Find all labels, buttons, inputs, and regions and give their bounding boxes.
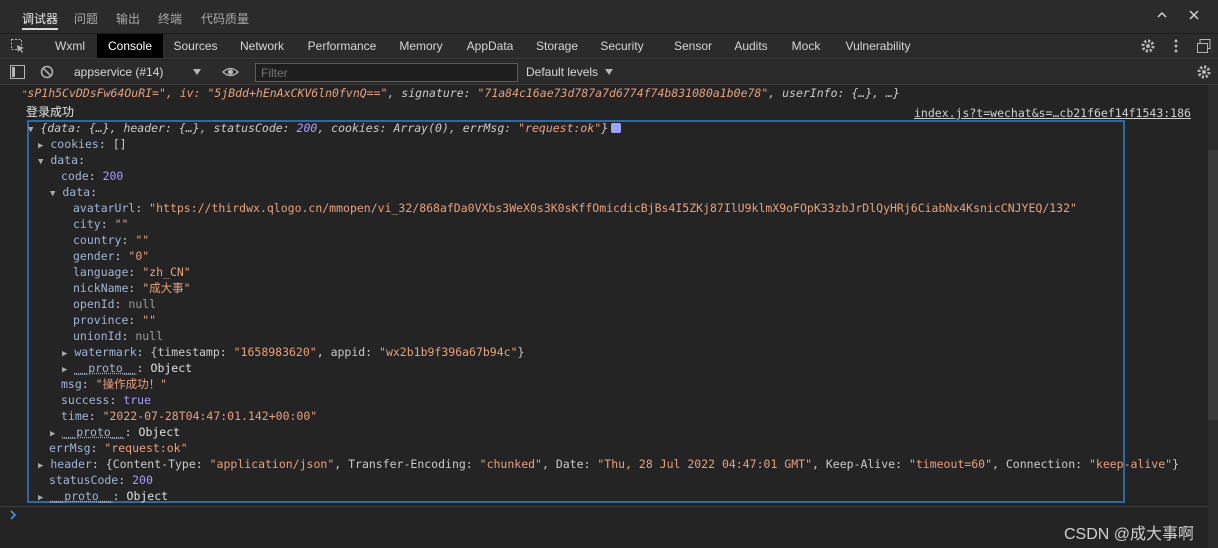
- tab-sensor[interactable]: Sensor: [668, 34, 718, 58]
- tree-row-success: success: true: [61, 393, 152, 407]
- tree-row-avatarurl: avatarUrl: "https://thirdwx.qlogo.cn/mmo…: [73, 201, 1077, 215]
- context-label: appservice (#14): [74, 65, 164, 79]
- dropdown-arrow-icon: [605, 65, 614, 79]
- gear-icon[interactable]: [1140, 38, 1156, 57]
- dropdown-arrow-icon: [193, 63, 201, 82]
- tab-console[interactable]: Console: [97, 34, 163, 58]
- tab-appdata[interactable]: AppData: [460, 34, 520, 58]
- console-prompt[interactable]: [0, 506, 1208, 524]
- tab-audits[interactable]: Audits: [728, 34, 774, 58]
- collapsed-triangle-icon[interactable]: ▶: [38, 141, 43, 151]
- expand-triangle-icon[interactable]: ▼: [50, 189, 55, 199]
- tree-row-statuscode: statusCode: 200: [49, 473, 153, 487]
- chevron-up-icon[interactable]: [1153, 8, 1171, 26]
- watermark-text: CSDN @成大事啊: [1064, 526, 1195, 543]
- source-link[interactable]: index.js?t=wechat&s=…cb21f6ef14f1543:186: [914, 106, 1191, 120]
- tree-row-proto-data[interactable]: ▶ __proto__: Object: [50, 425, 180, 440]
- eye-icon[interactable]: [222, 65, 239, 82]
- tree-row-country: country: "": [73, 233, 150, 247]
- log-levels-dropdown[interactable]: Default levels: [526, 63, 614, 82]
- object-summary[interactable]: ▼ {data: {…}, header: {…}, statusCode: 2…: [28, 121, 622, 136]
- tree-row-time: time: "2022-07-28T04:47:01.142+00:00": [61, 409, 318, 423]
- collapsed-triangle-icon[interactable]: ▶: [62, 349, 67, 359]
- console-settings-gear-icon[interactable]: [1196, 64, 1212, 83]
- tab-storage[interactable]: Storage: [530, 34, 584, 58]
- tree-row-openid: openId: null: [73, 297, 157, 311]
- tab-memory[interactable]: Memory: [392, 34, 450, 58]
- tree-row-proto-inner[interactable]: ▶ __proto__: Object: [62, 361, 192, 376]
- clear-console-icon[interactable]: [40, 65, 54, 82]
- tree-row-code: code: 200: [61, 169, 124, 183]
- tree-row-gender: gender: "0": [73, 249, 150, 263]
- tab-mock[interactable]: Mock: [784, 34, 828, 58]
- tab-debugger[interactable]: 调试器: [22, 10, 59, 30]
- console-toolbar: appservice (#14) Default levels: [0, 60, 1218, 85]
- tab-wxml[interactable]: Wxml: [47, 34, 93, 58]
- close-icon[interactable]: [1185, 8, 1203, 26]
- tree-row-province: province: "": [73, 313, 157, 327]
- tab-network[interactable]: Network: [233, 34, 291, 58]
- tree-row-watermark[interactable]: ▶ watermark: {timestamp: "1658983620", a…: [62, 345, 524, 360]
- tab-output[interactable]: 输出: [116, 10, 140, 30]
- tree-row-errmsg: errMsg: "request:ok": [49, 441, 188, 455]
- tree-row-proto-root[interactable]: ▶ __proto__: Object: [38, 489, 168, 504]
- tree-row-cookies[interactable]: ▶ cookies: []: [38, 137, 127, 152]
- collapsed-triangle-icon[interactable]: ▶: [38, 493, 43, 503]
- filter-input[interactable]: [255, 63, 518, 82]
- more-vertical-icon[interactable]: [1172, 38, 1180, 57]
- tab-vulnerability[interactable]: Vulnerability: [840, 34, 916, 58]
- tree-row-city: city: "": [73, 217, 129, 231]
- collapsed-triangle-icon[interactable]: ▶: [38, 461, 43, 471]
- tab-performance[interactable]: Performance: [302, 34, 382, 58]
- expand-triangle-icon[interactable]: ▼: [28, 125, 33, 135]
- tab-sources[interactable]: Sources: [168, 34, 223, 58]
- tree-row-msg: msg: "操作成功！": [61, 377, 167, 391]
- expand-triangle-icon[interactable]: ▼: [38, 157, 43, 167]
- scrollbar-thumb[interactable]: [1208, 150, 1218, 420]
- devtools-tab-bar: Wxml Console Sources Network Performance…: [0, 34, 1218, 59]
- inspect-element-icon[interactable]: [10, 38, 26, 57]
- tab-code-quality[interactable]: 代码质量: [201, 10, 249, 30]
- log-levels-label: Default levels: [526, 65, 599, 79]
- tree-row-header[interactable]: ▶ header: {Content-Type: "application/js…: [38, 457, 1179, 472]
- sidebar-toggle-icon[interactable]: [10, 65, 25, 82]
- panel-tab-bar: 调试器 问题 输出 终端 代码质量: [0, 0, 1218, 34]
- tab-problems[interactable]: 问题: [74, 10, 98, 30]
- tree-row-inner-data[interactable]: ▼ data:: [50, 185, 97, 200]
- context-selector[interactable]: appservice (#14): [68, 63, 208, 82]
- info-icon[interactable]: [611, 123, 622, 133]
- tree-row-unionid: unionId: null: [73, 329, 164, 343]
- collapsed-triangle-icon[interactable]: ▶: [62, 365, 67, 375]
- tree-row-data[interactable]: ▼ data:: [38, 153, 85, 168]
- collapsed-triangle-icon[interactable]: ▶: [50, 429, 55, 439]
- prompt-chevron-icon: [10, 509, 17, 523]
- tab-terminal[interactable]: 终端: [158, 10, 182, 30]
- tree-row-nickname: nickName: "成大事": [73, 281, 191, 295]
- undock-icon[interactable]: [1196, 38, 1212, 57]
- selected-object-outline: [27, 120, 1125, 503]
- tree-row-language: language: "zh_CN": [73, 265, 191, 279]
- log-message: 登录成功: [26, 105, 75, 119]
- tab-security[interactable]: Security: [594, 34, 650, 58]
- truncated-log-line: "sP1h5CvDDsFw64OuRI=", iv: "5jBdd+hEnAxC…: [22, 86, 900, 100]
